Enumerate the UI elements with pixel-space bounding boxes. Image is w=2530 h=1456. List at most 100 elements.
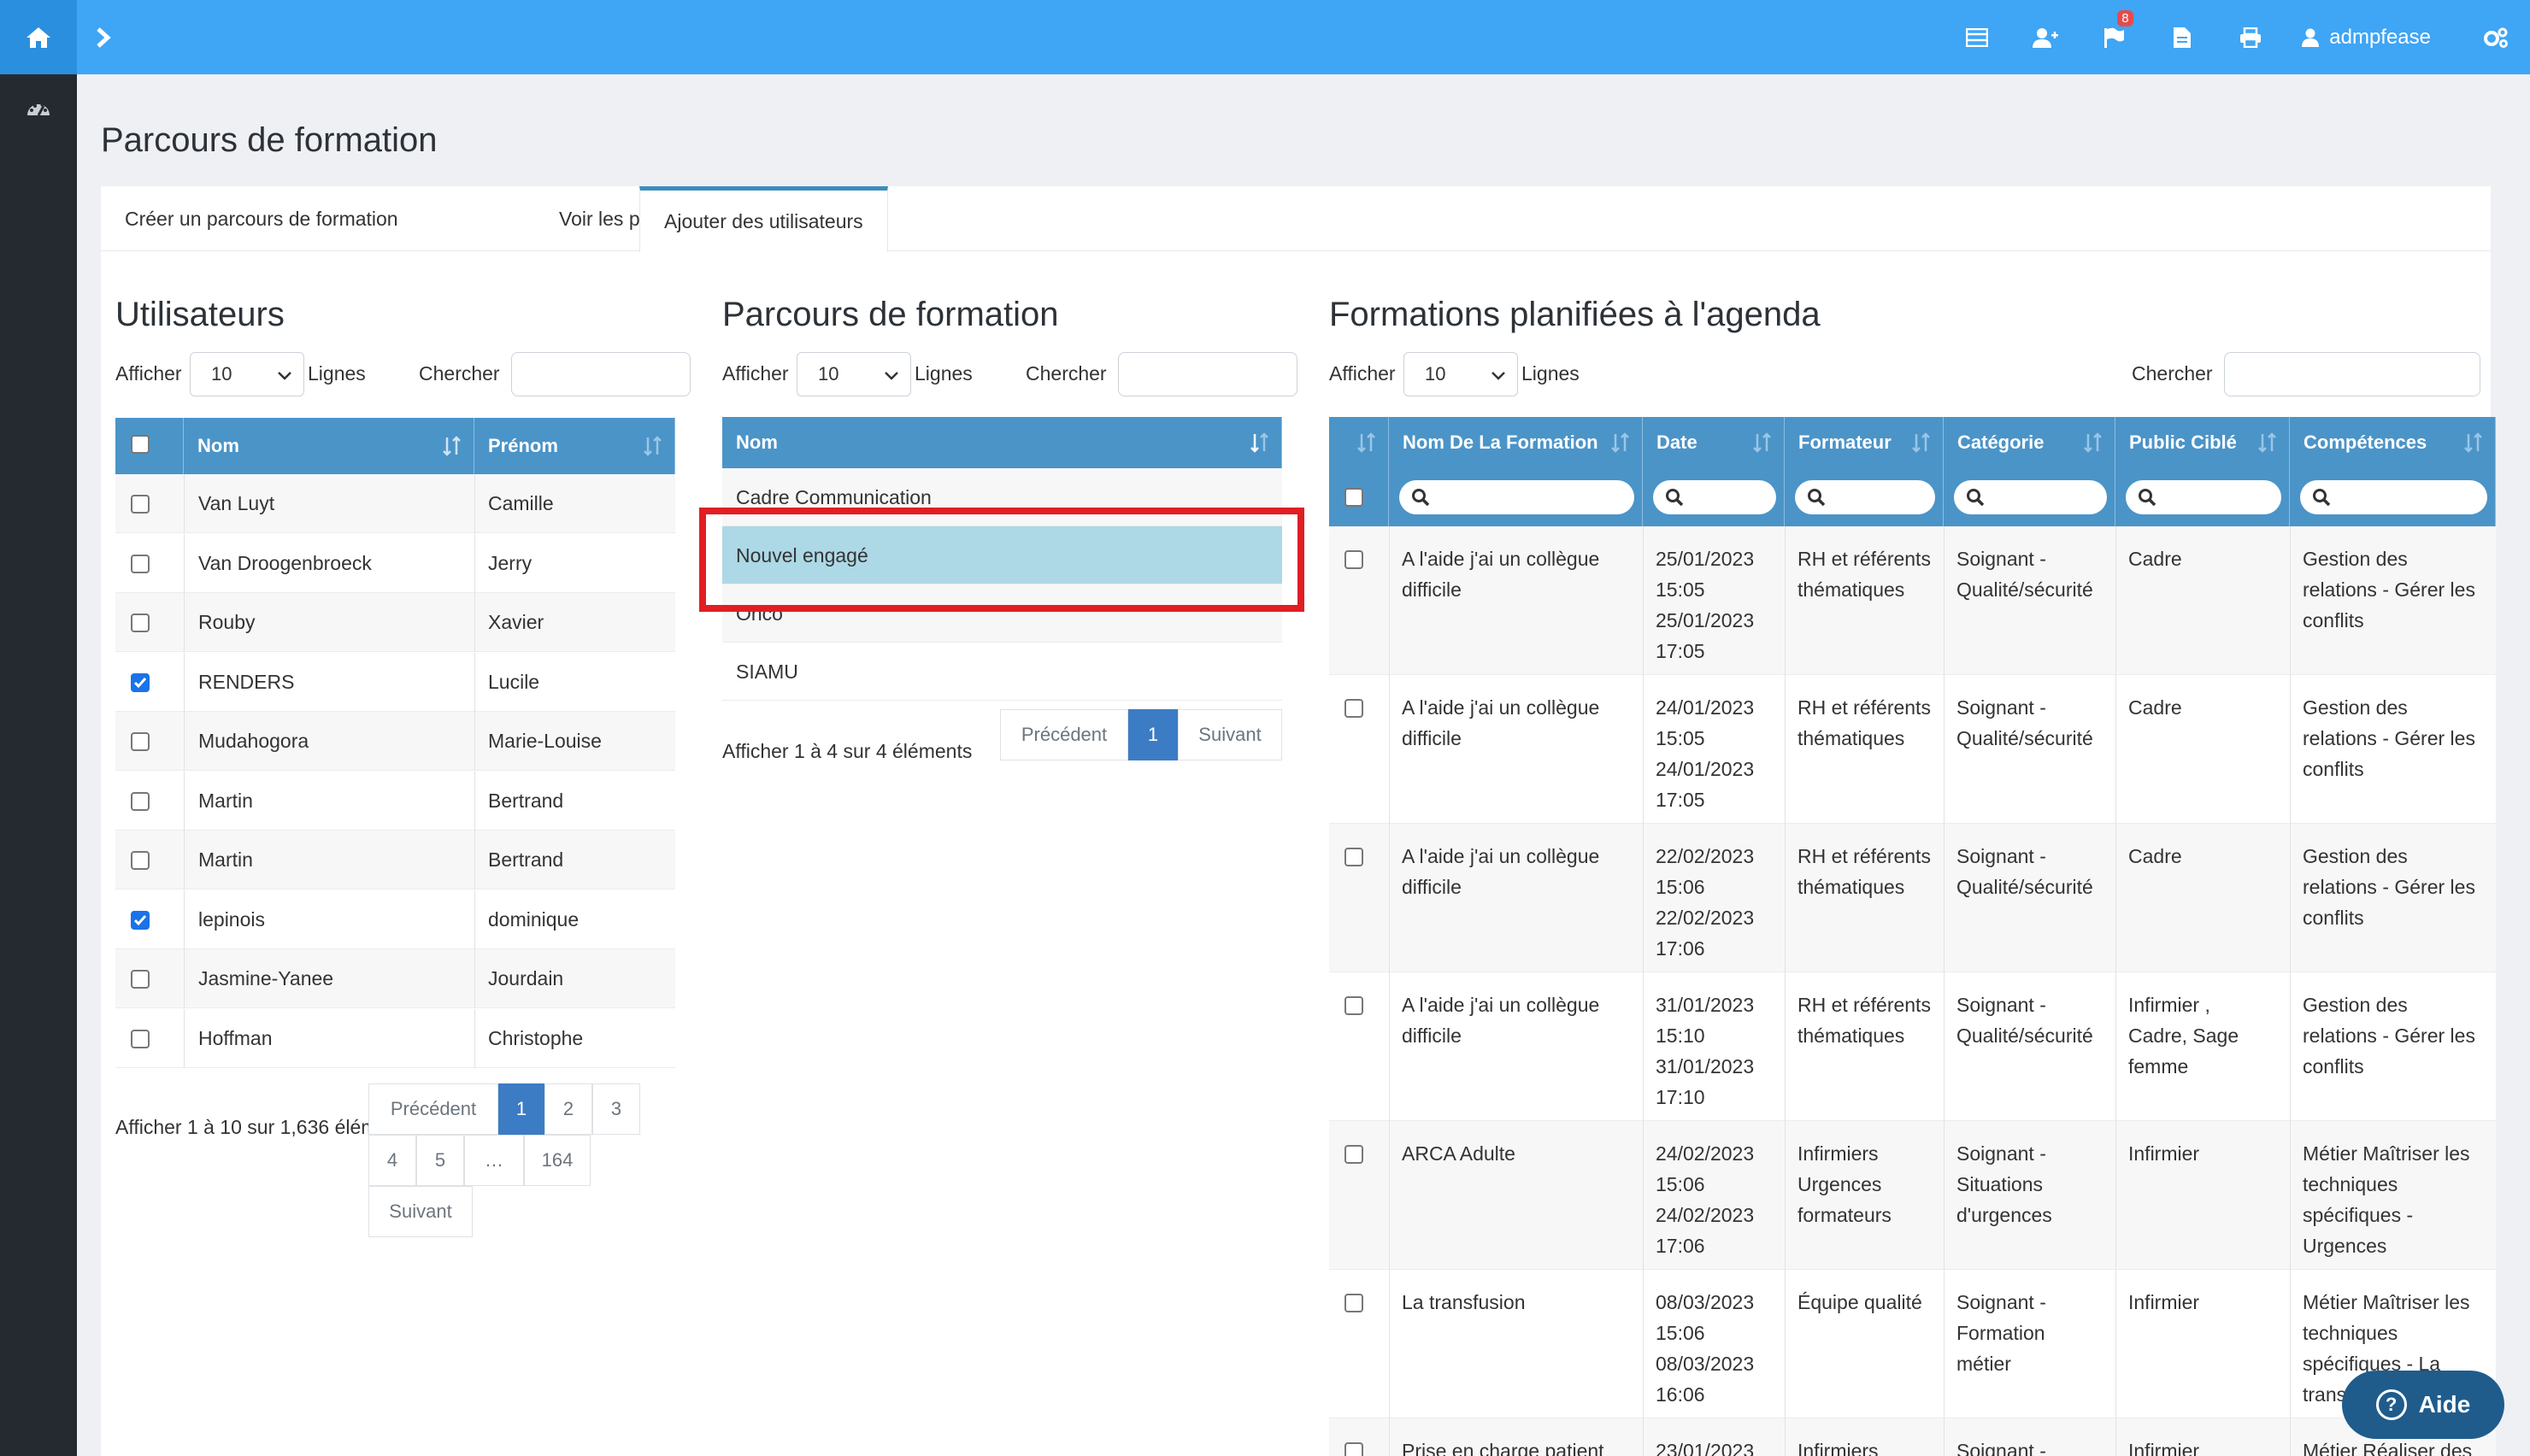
formation-row-checkbox[interactable] (1344, 1145, 1363, 1164)
formation-row-checkbox[interactable] (1344, 848, 1363, 866)
user-row-checkbox[interactable] (131, 910, 150, 930)
table-row: A l'aide j'ai un collègue difficile 25/01/… (1329, 526, 2496, 675)
formation-row-checkbox[interactable] (1344, 699, 1363, 718)
parcours-page-size-select[interactable]: 10 (797, 352, 911, 396)
list-item[interactable]: SIAMU (722, 643, 1282, 701)
formations-col-trainer[interactable]: Formateur (1785, 417, 1944, 468)
column-divider (184, 831, 185, 889)
formations-filter-input-public[interactable] (2126, 480, 2281, 514)
table-row: Martin Bertrand (115, 831, 675, 889)
user-row-checkbox[interactable] (131, 554, 150, 573)
formations-col-date[interactable]: Date (1643, 417, 1785, 468)
column-divider (1389, 1270, 1390, 1418)
parcours-col-name[interactable]: Nom (722, 417, 1282, 468)
users-select-all-checkbox[interactable] (131, 435, 150, 454)
formation-skills: techniques (2303, 1173, 2398, 1195)
formation-row-checkbox[interactable] (1344, 1294, 1363, 1312)
list-button[interactable] (1943, 0, 2011, 74)
user-firstname: Camille (488, 492, 554, 514)
formations-select-all-checkbox[interactable] (1344, 488, 1363, 507)
formations-filter-input-category[interactable] (1954, 480, 2107, 514)
column-divider (1643, 1121, 1644, 1270)
sidebar-toggle-button[interactable] (96, 21, 118, 55)
list-icon (1966, 27, 1989, 47)
formations-col-public-label: Public Ciblé (2129, 432, 2237, 453)
users-prev-button[interactable]: Précédent (368, 1083, 498, 1135)
formation-row-checkbox[interactable] (1344, 1442, 1363, 1456)
formations-col-public[interactable]: Public Ciblé (2115, 417, 2290, 468)
print-button[interactable] (2216, 0, 2285, 74)
users-page-4[interactable]: 4 (368, 1135, 416, 1186)
users-page-2[interactable]: 2 (544, 1083, 592, 1135)
formation-row-checkbox[interactable] (1344, 550, 1363, 569)
user-row-checkbox[interactable] (131, 851, 150, 870)
formations-col-skills[interactable]: Compétences (2290, 417, 2496, 468)
formation-skills: techniques (2303, 1322, 2398, 1344)
column-divider (474, 533, 475, 593)
column-divider (1389, 1418, 1390, 1456)
column-divider (474, 652, 475, 712)
users-page-size-select[interactable]: 10 (190, 352, 304, 396)
parcours-page-1[interactable]: 1 (1128, 709, 1178, 760)
settings-button[interactable] (2462, 0, 2530, 74)
users-page-last[interactable]: 164 (524, 1135, 591, 1186)
formations-col-name[interactable]: Nom De La Formation (1389, 417, 1643, 468)
table-row: Martin Bertrand (115, 771, 675, 831)
table-row: Jasmine-Yanee Jourdain (115, 949, 675, 1008)
formation-date: 15:05 (1656, 578, 1705, 601)
users-page-5[interactable]: 5 (416, 1135, 464, 1186)
column-divider (2115, 824, 2116, 972)
formations-page-size-select[interactable]: 10 (1403, 352, 1518, 396)
home-button[interactable] (0, 0, 77, 74)
sidebar-item-dashboard[interactable] (26, 98, 51, 121)
search-icon (2313, 489, 2331, 507)
user-row-checkbox[interactable] (131, 732, 150, 751)
parcours-next-button[interactable]: Suivant (1178, 709, 1282, 760)
users-col-name[interactable]: Nom (184, 418, 474, 474)
column-divider (474, 593, 475, 652)
add-user-button[interactable] (2011, 0, 2080, 74)
help-button[interactable]: ? Aide (2342, 1371, 2504, 1439)
formations-filter-input-skills[interactable] (2300, 480, 2487, 514)
formation-date: 24/02/2023 (1656, 1204, 1755, 1226)
document-button[interactable] (2148, 0, 2216, 74)
parcours-search-input[interactable] (1118, 352, 1297, 396)
highlight-annotation (699, 508, 1304, 612)
column-divider (474, 771, 475, 831)
user-row-checkbox[interactable] (131, 495, 150, 514)
formations-search-input[interactable] (2224, 352, 2480, 396)
users-page-1[interactable]: 1 (498, 1083, 544, 1135)
user-menu[interactable]: admpfease (2285, 0, 2462, 74)
user-firstname: Lucile (488, 670, 540, 693)
tab-add-users[interactable]: Ajouter des utilisateurs (639, 186, 888, 252)
notifications-button[interactable]: 8 (2080, 0, 2148, 74)
formations-col-category[interactable]: Catégorie (1944, 417, 2115, 468)
parcours-prev-button[interactable]: Précédent (1000, 709, 1128, 760)
formation-trainer: Infirmiers (1797, 1142, 1879, 1165)
users-search-input[interactable] (511, 352, 691, 396)
formations-filter-input-trainer[interactable] (1795, 480, 1935, 514)
formations-filter-input-name[interactable] (1399, 480, 1634, 514)
formation-category: Qualité/sécurité (1956, 727, 2093, 749)
column-divider (1389, 675, 1390, 824)
user-row-checkbox[interactable] (131, 614, 150, 632)
user-row-checkbox[interactable] (131, 791, 150, 811)
user-row-checkbox[interactable] (131, 970, 150, 989)
user-row-checkbox[interactable] (131, 1029, 150, 1048)
users-page-3[interactable]: 3 (592, 1083, 640, 1135)
users-col-firstname-label: Prénom (488, 435, 558, 456)
users-col-firstname[interactable]: Prénom (474, 418, 675, 474)
formations-col-select[interactable] (1329, 417, 1389, 468)
formation-row-checkbox[interactable] (1344, 996, 1363, 1015)
tab-create-parcours[interactable]: Créer un parcours de formation (101, 186, 422, 251)
user-row-checkbox[interactable] (131, 672, 150, 692)
users-next-button[interactable]: Suivant (368, 1186, 473, 1237)
users-col-name-label: Nom (197, 435, 239, 456)
formation-date: 23/01/2023 (1656, 1440, 1755, 1456)
formation-public: Cadre (2128, 696, 2182, 719)
formation-skills: conflits (2303, 1055, 2364, 1077)
column-divider (1785, 675, 1786, 824)
column-divider (1944, 1418, 1945, 1456)
formations-filter-input-date[interactable] (1653, 480, 1776, 514)
formation-skills: Gestion des (2303, 994, 2408, 1016)
